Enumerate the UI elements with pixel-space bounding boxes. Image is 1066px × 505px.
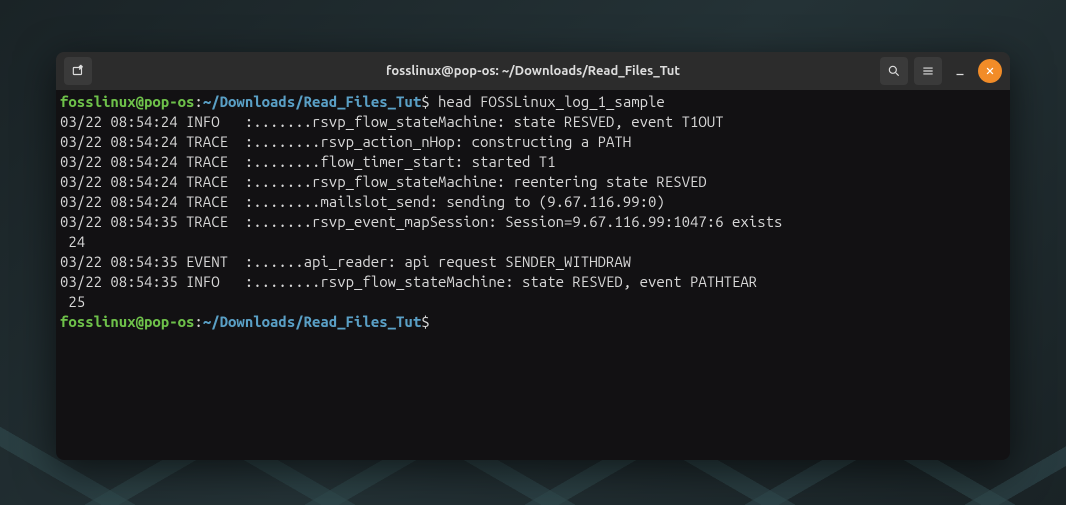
minimize-icon — [953, 64, 967, 78]
output-line: 03/22 08:54:24 TRACE :........mailslot_s… — [60, 192, 1006, 212]
prompt-symbol: $ — [421, 93, 438, 110]
prompt-line-1: fosslinux@pop-os:~/Downloads/Read_Files_… — [60, 92, 1006, 112]
prompt-path: ~/Downloads/Read_Files_Tut — [203, 93, 421, 110]
minimize-button[interactable] — [948, 59, 972, 83]
output-line: 03/22 08:54:35 TRACE :.......rsvp_event_… — [60, 212, 1006, 232]
command-text: head FOSSLinux_log_1_sample — [438, 93, 665, 110]
prompt-symbol: $ — [421, 313, 438, 330]
prompt-user-host: fosslinux@pop-os — [60, 93, 194, 110]
output-line: 03/22 08:54:24 INFO :.......rsvp_flow_st… — [60, 112, 1006, 132]
terminal-window: + fosslinux@pop-os: ~/Downloads/Read_Fil… — [56, 52, 1010, 460]
prompt-path: ~/Downloads/Read_Files_Tut — [203, 313, 421, 330]
window-title: fosslinux@pop-os: ~/Downloads/Read_Files… — [386, 64, 680, 78]
new-tab-button[interactable]: + — [64, 57, 92, 85]
output-line: 03/22 08:54:35 INFO :........rsvp_flow_s… — [60, 272, 1006, 292]
prompt-line-2: fosslinux@pop-os:~/Downloads/Read_Files_… — [60, 312, 1006, 332]
search-button[interactable] — [880, 57, 908, 85]
output-line: 03/22 08:54:24 TRACE :.......rsvp_flow_s… — [60, 172, 1006, 192]
search-icon — [887, 64, 901, 78]
menu-button[interactable] — [914, 57, 942, 85]
svg-text:+: + — [79, 65, 82, 71]
prompt-user-host: fosslinux@pop-os — [60, 313, 194, 330]
output-line: 24 — [60, 232, 1006, 252]
output-line: 25 — [60, 292, 1006, 312]
titlebar: + fosslinux@pop-os: ~/Downloads/Read_Fil… — [56, 52, 1010, 90]
output-line: 03/22 08:54:24 TRACE :........rsvp_actio… — [60, 132, 1006, 152]
desktop-wallpaper: + fosslinux@pop-os: ~/Downloads/Read_Fil… — [0, 0, 1066, 505]
terminal-output[interactable]: fosslinux@pop-os:~/Downloads/Read_Files_… — [56, 90, 1010, 460]
output-line: 03/22 08:54:24 TRACE :........flow_timer… — [60, 152, 1006, 172]
prompt-colon: : — [194, 313, 202, 330]
close-button[interactable] — [978, 59, 1002, 83]
output-line: 03/22 08:54:35 EVENT :......api_reader: … — [60, 252, 1006, 272]
new-tab-icon: + — [71, 64, 85, 78]
close-icon — [985, 66, 995, 76]
prompt-colon: : — [194, 93, 202, 110]
hamburger-icon — [921, 64, 935, 78]
